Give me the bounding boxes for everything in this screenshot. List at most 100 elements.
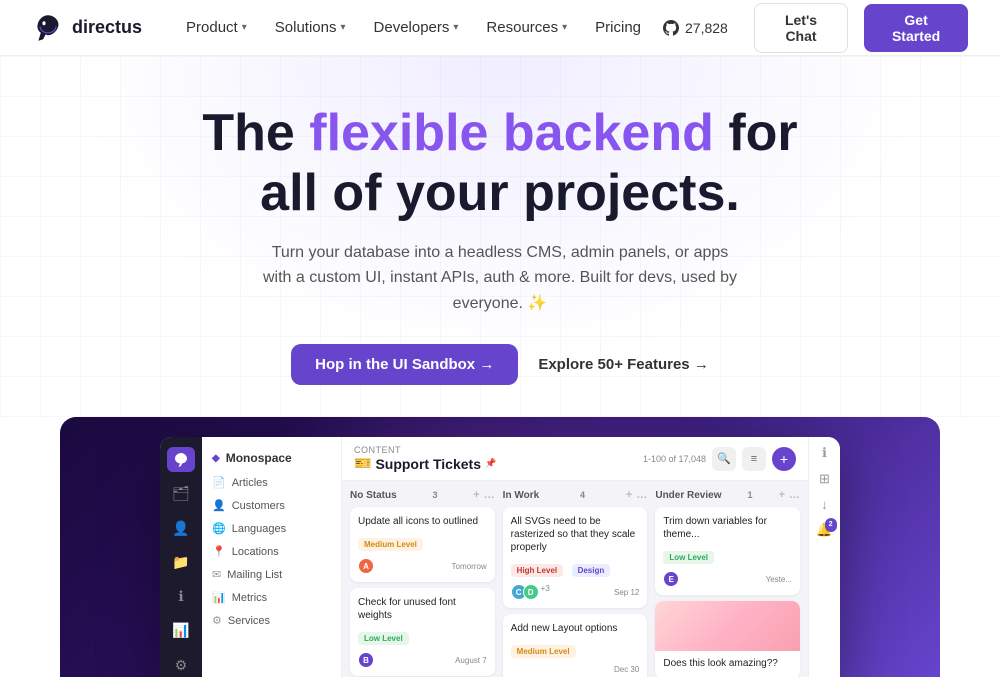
kanban-card[interactable]: Update all icons to outlined Medium Leve… — [350, 507, 495, 582]
kanban-card[interactable]: Trim down variables for theme... Low Lev… — [655, 507, 800, 595]
add-card-button[interactable]: + — [779, 489, 785, 501]
github-button[interactable]: 27,828 — [653, 14, 738, 42]
nav-pricing[interactable]: Pricing — [583, 13, 653, 42]
nav-item-label: Languages — [232, 523, 286, 535]
chevron-down-icon: ▾ — [340, 22, 345, 33]
navbar: directus Product ▾ Solutions ▾ Developer… — [0, 0, 1000, 56]
sidebar-settings-icon[interactable]: ⚙ — [167, 653, 195, 677]
card-footer: C D +3 Sep 12 — [511, 584, 640, 600]
kanban-card[interactable]: Does this look amazing?? — [655, 601, 800, 677]
sidebar-analytics-icon[interactable]: 📊 — [167, 619, 195, 643]
nav-right: 27,828 Let's Chat Get Started — [653, 3, 968, 53]
sidebar-files-icon[interactable]: 📁 — [167, 550, 195, 574]
more-options-button[interactable]: … — [789, 489, 800, 501]
column-actions: + … — [473, 489, 494, 501]
priority-badge: Low Level — [358, 632, 409, 645]
nav-item-label: Customers — [232, 500, 285, 512]
column-count: 4 — [580, 490, 585, 500]
chevron-down-icon: ▾ — [453, 22, 458, 33]
kanban-card[interactable]: All SVGs need to be rasterized so that t… — [503, 507, 648, 608]
card-title: Trim down variables for theme... — [663, 515, 792, 541]
items-count: 1-100 of 17,048 — [643, 454, 706, 464]
avatar-group: E — [663, 571, 675, 587]
column-name: In Work — [503, 490, 539, 501]
card-date: Yeste... — [766, 575, 792, 584]
priority-badge: Medium Level — [511, 645, 576, 658]
services-icon: ⚙ — [212, 614, 222, 627]
sidebar-info-icon[interactable]: ℹ — [167, 585, 195, 609]
hero-title-highlight: flexible backend — [309, 104, 714, 162]
avatar: A — [358, 558, 374, 574]
card-date: Tomorrow — [452, 562, 487, 571]
more-options-button[interactable]: … — [484, 489, 495, 501]
sidebar-collections-icon[interactable]: 🗂 — [167, 482, 195, 506]
kanban-card[interactable]: Check for unused font weights Low Level … — [350, 588, 495, 676]
download-icon[interactable]: ↓ — [821, 497, 828, 512]
dashboard-preview: 🗂 👤 📁 ℹ 📊 ⚙ ◆ Monospace 📄 Articles 👤 Cus… — [60, 417, 940, 677]
nav-item-metrics[interactable]: 📊 Metrics — [202, 586, 341, 609]
card-title: All SVGs need to be rasterized so that t… — [511, 515, 640, 554]
avatar: E — [663, 571, 679, 587]
logo-text: directus — [72, 17, 142, 38]
nav-links: Product ▾ Solutions ▾ Developers ▾ Resou… — [174, 13, 653, 42]
avatar-overflow-count: +3 — [541, 584, 550, 600]
filter-button[interactable]: ≡ — [742, 447, 766, 471]
hero-subtitle-text: Turn your database into a headless CMS, … — [263, 244, 737, 312]
card-footer: Dec 30 — [511, 665, 640, 674]
features-button[interactable]: Explore 50+ Features → — [538, 356, 709, 373]
column-header: No Status 3 + … — [350, 489, 495, 501]
add-item-button[interactable]: + — [772, 447, 796, 471]
logo[interactable]: directus — [32, 12, 142, 44]
column-name: Under Review — [655, 490, 721, 501]
add-card-button[interactable]: + — [473, 489, 479, 501]
logo-icon — [32, 12, 64, 44]
column-header: Under Review 1 + … — [655, 489, 800, 501]
kanban-board: No Status 3 + … Update all icons to outl… — [342, 481, 808, 677]
kanban-column-no-status: No Status 3 + … Update all icons to outl… — [350, 489, 495, 677]
nav-item-services[interactable]: ⚙ Services — [202, 609, 341, 632]
languages-icon: 🌐 — [212, 522, 226, 535]
nav-item-articles[interactable]: 📄 Articles — [202, 471, 341, 494]
column-count: 3 — [432, 490, 437, 500]
column-count: 1 — [748, 490, 753, 500]
nav-item-label: Metrics — [232, 592, 267, 604]
nav-solutions[interactable]: Solutions ▾ — [263, 13, 358, 42]
card-title: Add new Layout options — [511, 622, 640, 635]
avatar: B — [358, 652, 374, 668]
pin-icon: 📌 — [485, 458, 496, 469]
hero-title: The flexible backend forall of your proj… — [32, 104, 968, 224]
kanban-column-under-review: Under Review 1 + … Trim down variables f… — [655, 489, 800, 677]
notification-icon[interactable]: 🔔 2 — [816, 522, 832, 538]
app-sidebar: 🗂 👤 📁 ℹ 📊 ⚙ — [160, 437, 202, 677]
search-button[interactable]: 🔍 — [712, 447, 736, 471]
nav-item-label: Services — [228, 615, 270, 627]
github-icon — [663, 20, 679, 36]
customers-icon: 👤 — [212, 499, 226, 512]
priority-badge: Low Level — [663, 551, 714, 564]
more-options-button[interactable]: … — [636, 489, 647, 501]
nav-resources[interactable]: Resources ▾ — [474, 13, 579, 42]
sandbox-button[interactable]: Hop in the UI Sandbox → — [291, 344, 518, 385]
layout-icon[interactable]: ⊞ — [819, 471, 830, 487]
add-card-button[interactable]: + — [626, 489, 632, 501]
nav-item-mailing-list[interactable]: ✉ Mailing List — [202, 563, 341, 586]
nav-product[interactable]: Product ▾ — [174, 13, 259, 42]
get-started-button[interactable]: Get Started — [864, 4, 968, 52]
nav-item-locations[interactable]: 📍 Locations — [202, 540, 341, 563]
card-title: Update all icons to outlined — [358, 515, 487, 528]
metrics-icon: 📊 — [212, 591, 226, 604]
collection-label: Content — [354, 445, 496, 455]
kanban-card[interactable]: Add new Layout options Medium Level Dec … — [503, 614, 648, 677]
priority-badge: Medium Level — [358, 538, 423, 551]
card-footer: A Tomorrow — [358, 558, 487, 574]
nav-item-languages[interactable]: 🌐 Languages — [202, 517, 341, 540]
workspace-header: ◆ Monospace — [202, 445, 341, 471]
sidebar-users-icon[interactable]: 👤 — [167, 516, 195, 540]
chevron-down-icon: ▾ — [562, 22, 567, 33]
main-actions: 1-100 of 17,048 🔍 ≡ + — [643, 447, 796, 471]
lets-chat-button[interactable]: Let's Chat — [754, 3, 848, 53]
nav-item-customers[interactable]: 👤 Customers — [202, 494, 341, 517]
nav-developers[interactable]: Developers ▾ — [362, 13, 471, 42]
main-header: Content 🎫 Support Tickets 📌 1-100 of 17,… — [342, 437, 808, 481]
info-icon[interactable]: ℹ — [822, 445, 827, 461]
